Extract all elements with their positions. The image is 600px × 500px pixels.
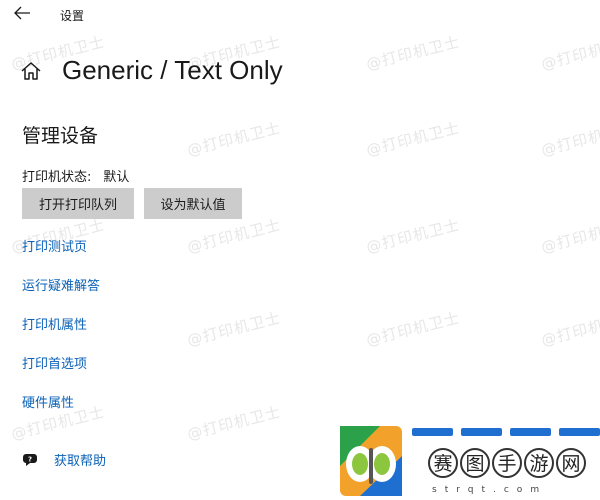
logo-top-bar bbox=[412, 428, 600, 438]
watermark: @打印机卫士 bbox=[539, 118, 600, 160]
run-troubleshooter-link[interactable]: 运行疑难解答 bbox=[22, 278, 100, 317]
action-buttons: 打开打印队列 设为默认值 bbox=[22, 188, 242, 219]
watermark: @打印机卫士 bbox=[539, 308, 600, 350]
watermark: @打印机卫士 bbox=[364, 308, 462, 350]
hardware-properties-link[interactable]: 硬件属性 bbox=[22, 395, 100, 434]
watermark: @打印机卫士 bbox=[185, 215, 283, 257]
printer-links: 打印测试页 运行疑难解答 打印机属性 打印首选项 硬件属性 bbox=[22, 239, 100, 434]
logo-char: 赛 bbox=[428, 448, 458, 478]
back-arrow-icon[interactable] bbox=[13, 5, 31, 21]
watermark: @打印机卫士 bbox=[185, 402, 283, 444]
logo-domain: strqt.com bbox=[432, 485, 548, 495]
logo-char: 网 bbox=[556, 448, 586, 478]
svg-text:?: ? bbox=[28, 455, 32, 463]
watermark: @打印机卫士 bbox=[364, 32, 462, 74]
printer-status-value: 默认 bbox=[103, 170, 130, 185]
printer-status: 打印机状态: 默认 bbox=[22, 166, 129, 185]
watermark: @打印机卫士 bbox=[539, 32, 600, 74]
home-icon bbox=[21, 61, 41, 80]
set-default-button[interactable]: 设为默认值 bbox=[144, 188, 242, 219]
title-bar: 设置 bbox=[0, 0, 600, 28]
watermark: @打印机卫士 bbox=[539, 215, 600, 257]
watermark: @打印机卫士 bbox=[364, 118, 462, 160]
page-header: Generic / Text Only bbox=[20, 55, 283, 86]
section-title-manage-device: 管理设备 bbox=[22, 125, 99, 147]
get-help[interactable]: ? 获取帮助 bbox=[22, 450, 106, 469]
print-test-page-link[interactable]: 打印测试页 bbox=[22, 239, 100, 278]
watermark: @打印机卫士 bbox=[185, 118, 283, 160]
logo-char: 图 bbox=[460, 448, 490, 478]
watermark: @打印机卫士 bbox=[185, 308, 283, 350]
printing-preferences-link[interactable]: 打印首选项 bbox=[22, 356, 100, 395]
printer-status-label: 打印机状态: bbox=[22, 170, 92, 185]
help-chat-icon: ? bbox=[23, 453, 37, 466]
open-print-queue-button[interactable]: 打开打印队列 bbox=[22, 188, 134, 219]
page-title: Generic / Text Only bbox=[62, 55, 283, 85]
get-help-link[interactable]: 获取帮助 bbox=[54, 450, 106, 469]
watermark: @打印机卫士 bbox=[364, 215, 462, 257]
logo-text: 赛 图 手 游 网 bbox=[428, 448, 586, 478]
site-logo: 赛 图 手 游 网 strqt.com bbox=[340, 426, 600, 500]
butterfly-logo-icon bbox=[340, 426, 402, 496]
logo-char: 游 bbox=[524, 448, 554, 478]
window-title: 设置 bbox=[60, 9, 85, 23]
logo-char: 手 bbox=[492, 448, 522, 478]
printer-properties-link[interactable]: 打印机属性 bbox=[22, 317, 100, 356]
